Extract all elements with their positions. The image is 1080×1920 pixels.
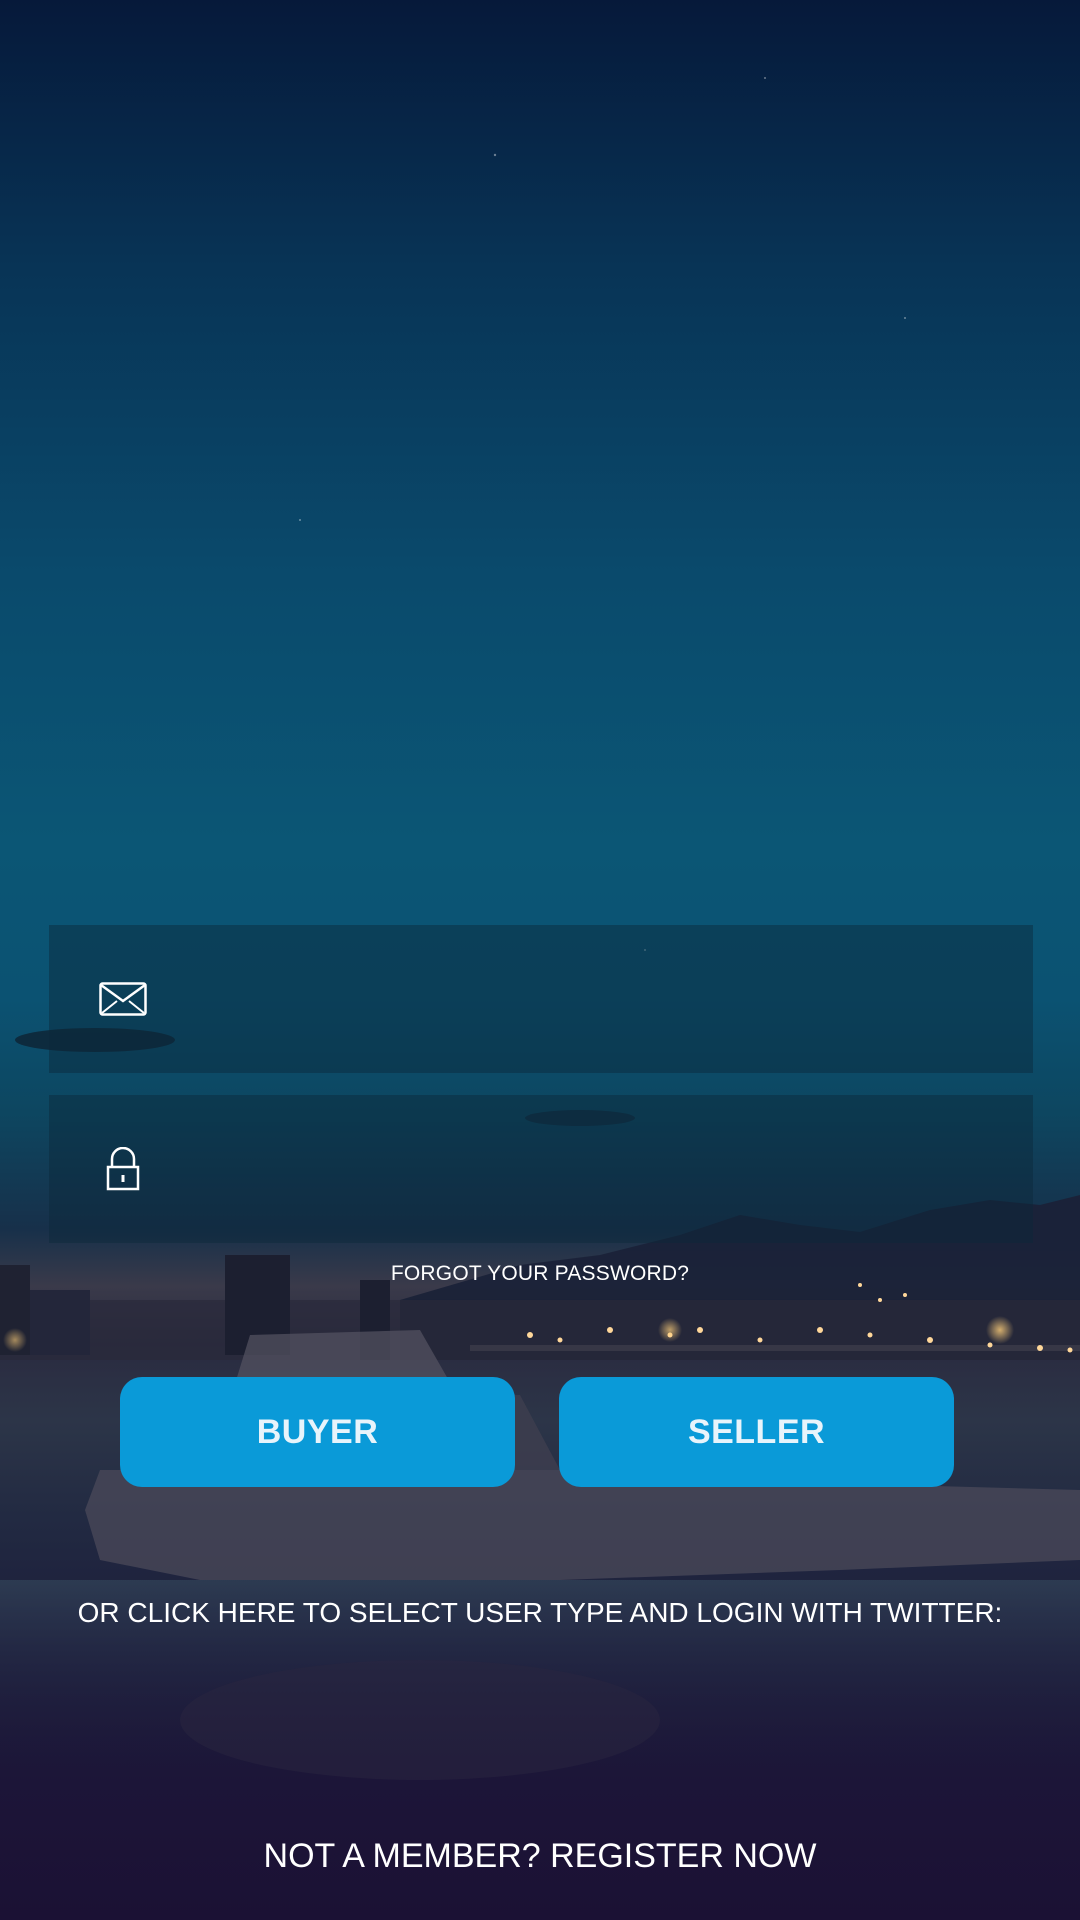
buyer-button[interactable]: BUYER (120, 1377, 515, 1487)
login-screen: FORGOT YOUR PASSWORD? BUYER SELLER OR CL… (0, 0, 1080, 1920)
register-link[interactable]: NOT A MEMBER? REGISTER NOW (0, 1837, 1080, 1876)
twitter-login-link[interactable]: OR CLICK HERE TO SELECT USER TYPE AND LO… (0, 1597, 1080, 1629)
forgot-password-link[interactable]: FORGOT YOUR PASSWORD? (0, 1262, 1080, 1286)
seller-button[interactable]: SELLER (559, 1377, 954, 1487)
password-input[interactable] (147, 1094, 1033, 1244)
password-field[interactable] (49, 1094, 1033, 1244)
email-input[interactable] (147, 924, 1033, 1074)
lock-icon (99, 1145, 147, 1193)
email-field[interactable] (49, 924, 1033, 1074)
envelope-icon (99, 975, 147, 1023)
